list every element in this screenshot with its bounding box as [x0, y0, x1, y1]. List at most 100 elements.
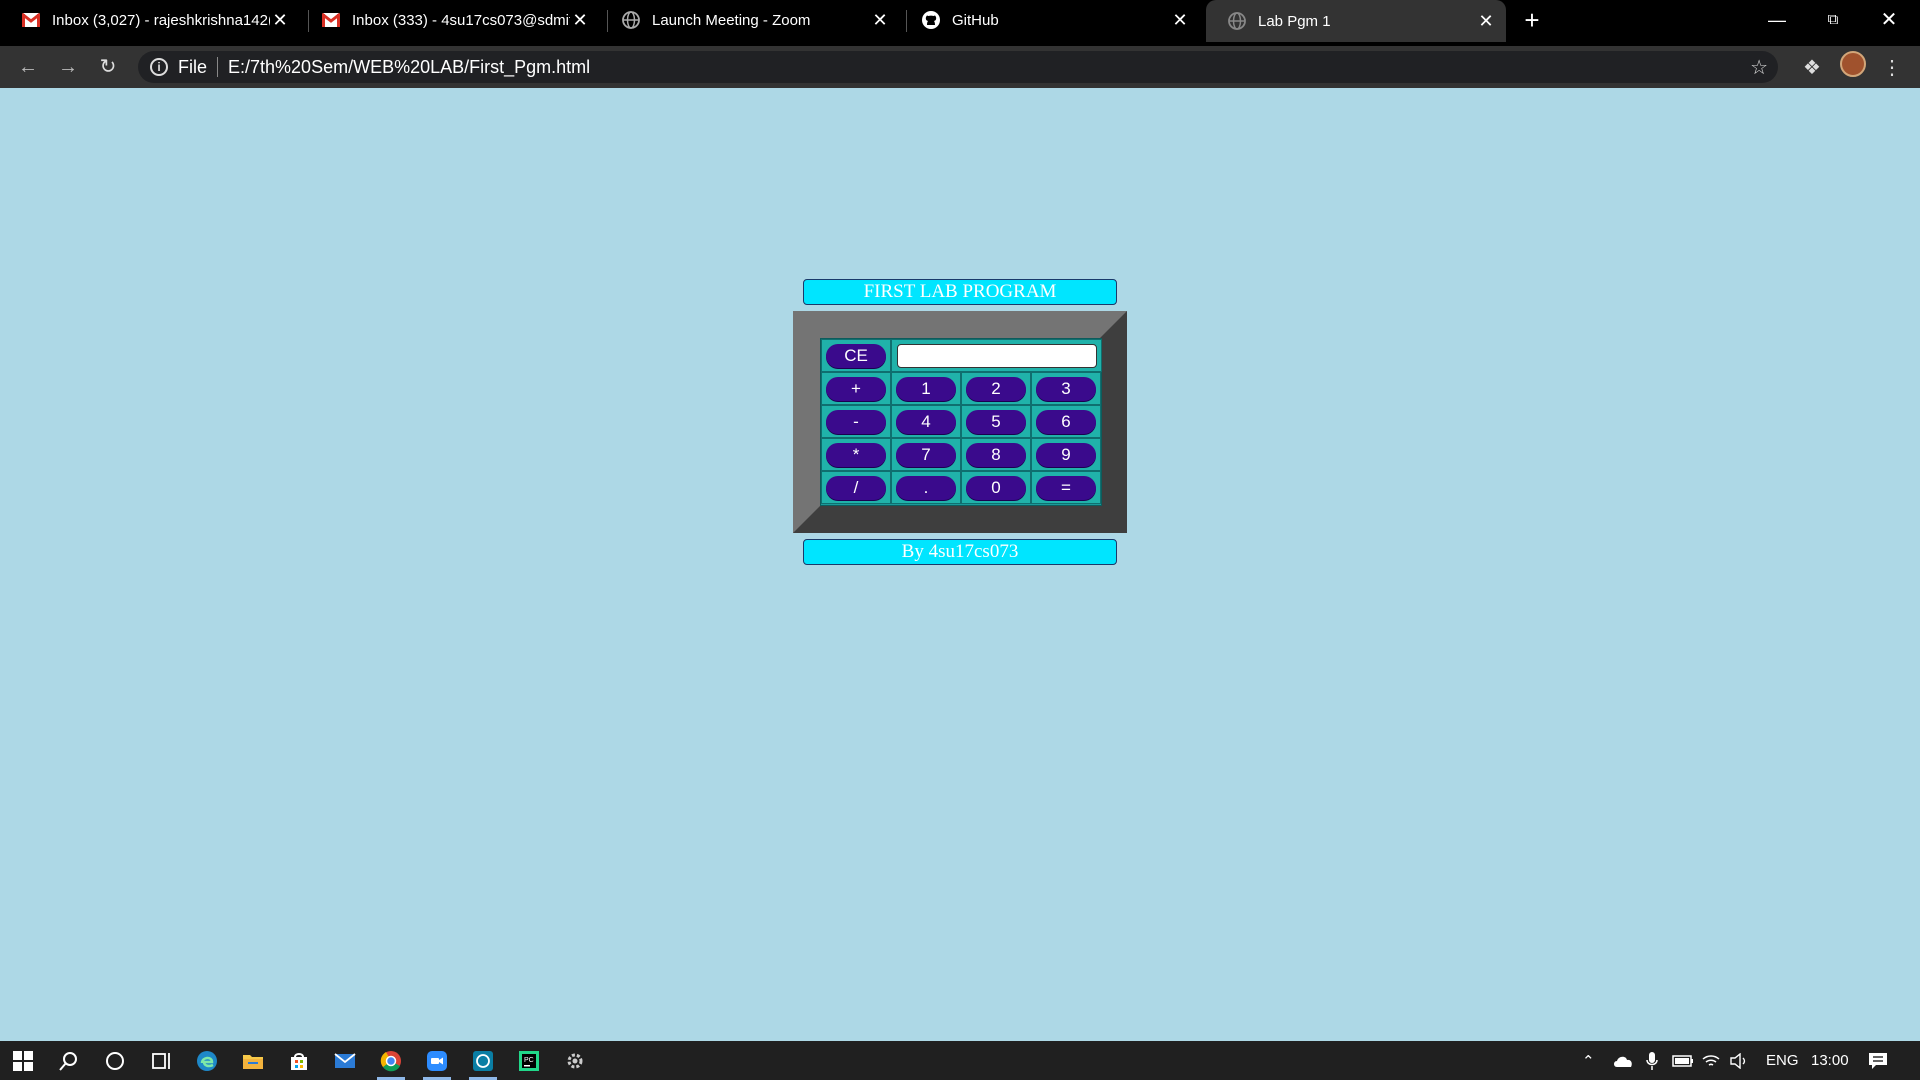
- digit-3-button[interactable]: 3: [1036, 376, 1096, 401]
- calc-cell: *: [821, 438, 891, 471]
- tab-gmail-inbox-2[interactable]: Inbox (333) - 4su17cs073@sdmit ✕: [300, 0, 600, 40]
- volume-icon[interactable]: [1730, 1041, 1748, 1080]
- mail-icon[interactable]: [322, 1041, 368, 1080]
- close-tab-icon[interactable]: ✕: [270, 10, 290, 31]
- calc-cell: 6: [1031, 405, 1101, 438]
- calc-cell: [891, 339, 1102, 372]
- decimal-button[interactable]: .: [896, 475, 956, 500]
- digit-0-button[interactable]: 0: [966, 475, 1026, 500]
- address-bar[interactable]: i File E:/7th%20Sem/WEB%20LAB/First_Pgm.…: [138, 51, 1778, 83]
- page-footer: By 4su17cs073: [803, 539, 1117, 565]
- calculator-display[interactable]: [896, 343, 1097, 368]
- new-tab-button[interactable]: +: [1518, 6, 1546, 34]
- multiply-button[interactable]: *: [826, 442, 886, 467]
- tab-gmail-inbox-1[interactable]: Inbox (3,027) - rajeshkrishna142( ✕: [0, 0, 300, 40]
- close-tab-icon[interactable]: ✕: [870, 10, 890, 31]
- digit-9-button[interactable]: 9: [1036, 442, 1096, 467]
- calc-cell: 9: [1031, 438, 1101, 471]
- forward-arrow-icon[interactable]: →: [54, 53, 82, 81]
- close-tab-icon[interactable]: ✕: [1476, 11, 1496, 32]
- tab-strip: Inbox (3,027) - rajeshkrishna142( ✕ Inbo…: [0, 0, 1920, 46]
- add-button[interactable]: +: [826, 376, 886, 401]
- calc-cell: 8: [961, 438, 1031, 471]
- calc-cell: 3: [1031, 372, 1101, 405]
- clear-button[interactable]: CE: [826, 343, 886, 368]
- svg-text:PC: PC: [524, 1057, 534, 1064]
- close-tab-icon[interactable]: ✕: [570, 10, 590, 31]
- show-hidden-icons[interactable]: ⌃: [1582, 1041, 1595, 1080]
- profile-avatar[interactable]: [1840, 51, 1866, 77]
- close-tab-icon[interactable]: ✕: [1170, 10, 1190, 31]
- minimize-icon[interactable]: —: [1754, 4, 1800, 36]
- info-icon[interactable]: i: [150, 58, 168, 76]
- calc-cell: +: [821, 372, 891, 405]
- microphone-icon[interactable]: [1646, 1041, 1658, 1080]
- digit-6-button[interactable]: 6: [1036, 409, 1096, 434]
- scheme-label: File: [178, 56, 208, 77]
- digit-4-button[interactable]: 4: [896, 409, 956, 434]
- cortana-icon[interactable]: [92, 1041, 138, 1080]
- digit-8-button[interactable]: 8: [966, 442, 1026, 467]
- url-text[interactable]: E:/7th%20Sem/WEB%20LAB/First_Pgm.html: [228, 57, 590, 78]
- bookmark-star-icon[interactable]: ☆: [1750, 55, 1768, 80]
- back-arrow-icon[interactable]: ←: [14, 53, 42, 81]
- restore-icon[interactable]: ⧉: [1810, 4, 1856, 36]
- calc-cell: .: [891, 471, 961, 504]
- close-window-icon[interactable]: ✕: [1866, 4, 1912, 36]
- pycharm-icon[interactable]: PC: [506, 1041, 552, 1080]
- calculator-frame: CE + 1 2 3 - 4 5 6 * 7 8 9 / . 0 =: [793, 311, 1127, 533]
- tab-title: Inbox (3,027) - rajeshkrishna142(: [52, 11, 270, 29]
- tab-lab-pgm-1[interactable]: Lab Pgm 1 ✕: [1206, 0, 1506, 42]
- globe-icon: [1228, 12, 1246, 30]
- tab-title: Lab Pgm 1: [1258, 12, 1331, 30]
- digit-2-button[interactable]: 2: [966, 376, 1026, 401]
- taskbar: PC ⌃ ENG 13:00: [0, 1041, 1920, 1080]
- store-icon[interactable]: [276, 1041, 322, 1080]
- calc-cell: CE: [821, 339, 891, 372]
- language-indicator[interactable]: ENG: [1766, 1041, 1799, 1080]
- calc-cell: 5: [961, 405, 1031, 438]
- wifi-icon[interactable]: [1702, 1041, 1720, 1080]
- globe-icon: [622, 11, 640, 29]
- calc-cell: 1: [891, 372, 961, 405]
- file-explorer-icon[interactable]: [230, 1041, 276, 1080]
- subtract-button[interactable]: -: [826, 409, 886, 434]
- tab-zoom-meeting[interactable]: Launch Meeting - Zoom ✕: [600, 0, 900, 40]
- search-icon[interactable]: [46, 1041, 92, 1080]
- gmail-icon: [322, 11, 340, 29]
- calculator-grid: CE + 1 2 3 - 4 5 6 * 7 8 9 / . 0 =: [820, 338, 1102, 506]
- calc-cell: 0: [961, 471, 1031, 504]
- digit-5-button[interactable]: 5: [966, 409, 1026, 434]
- equals-button[interactable]: =: [1036, 475, 1096, 500]
- task-view-icon[interactable]: [138, 1041, 184, 1080]
- tab-github[interactable]: GitHub ✕: [900, 0, 1200, 40]
- clock[interactable]: 13:00: [1811, 1041, 1849, 1080]
- github-icon: [922, 11, 940, 29]
- edge-icon[interactable]: [184, 1041, 230, 1080]
- calc-cell: 2: [961, 372, 1031, 405]
- digit-7-button[interactable]: 7: [896, 442, 956, 467]
- settings-gear-icon[interactable]: [552, 1041, 598, 1080]
- menu-kebab-icon[interactable]: ⋮: [1880, 56, 1904, 80]
- battery-icon[interactable]: [1672, 1041, 1694, 1080]
- chrome-icon[interactable]: [368, 1041, 414, 1080]
- calc-cell: -: [821, 405, 891, 438]
- gmail-icon: [22, 11, 40, 29]
- divider: [217, 57, 219, 77]
- browser-toolbar: ← → ↻ i File E:/7th%20Sem/WEB%20LAB/Firs…: [0, 46, 1920, 88]
- calc-cell: /: [821, 471, 891, 504]
- reload-icon[interactable]: ↻: [94, 53, 122, 81]
- zoom-icon[interactable]: [414, 1041, 460, 1080]
- whatsapp-icon[interactable]: [460, 1041, 506, 1080]
- windows-start-icon[interactable]: [0, 1041, 46, 1080]
- tab-title: Launch Meeting - Zoom: [652, 11, 811, 29]
- calc-cell: =: [1031, 471, 1101, 504]
- divide-button[interactable]: /: [826, 475, 886, 500]
- extensions-puzzle-icon[interactable]: ❖: [1800, 56, 1824, 80]
- digit-1-button[interactable]: 1: [896, 376, 956, 401]
- calc-cell: 4: [891, 405, 961, 438]
- tab-title: Inbox (333) - 4su17cs073@sdmit: [352, 11, 570, 29]
- tab-title: GitHub: [952, 11, 999, 29]
- onedrive-cloud-icon[interactable]: [1612, 1041, 1634, 1080]
- notifications-icon[interactable]: [1868, 1041, 1888, 1080]
